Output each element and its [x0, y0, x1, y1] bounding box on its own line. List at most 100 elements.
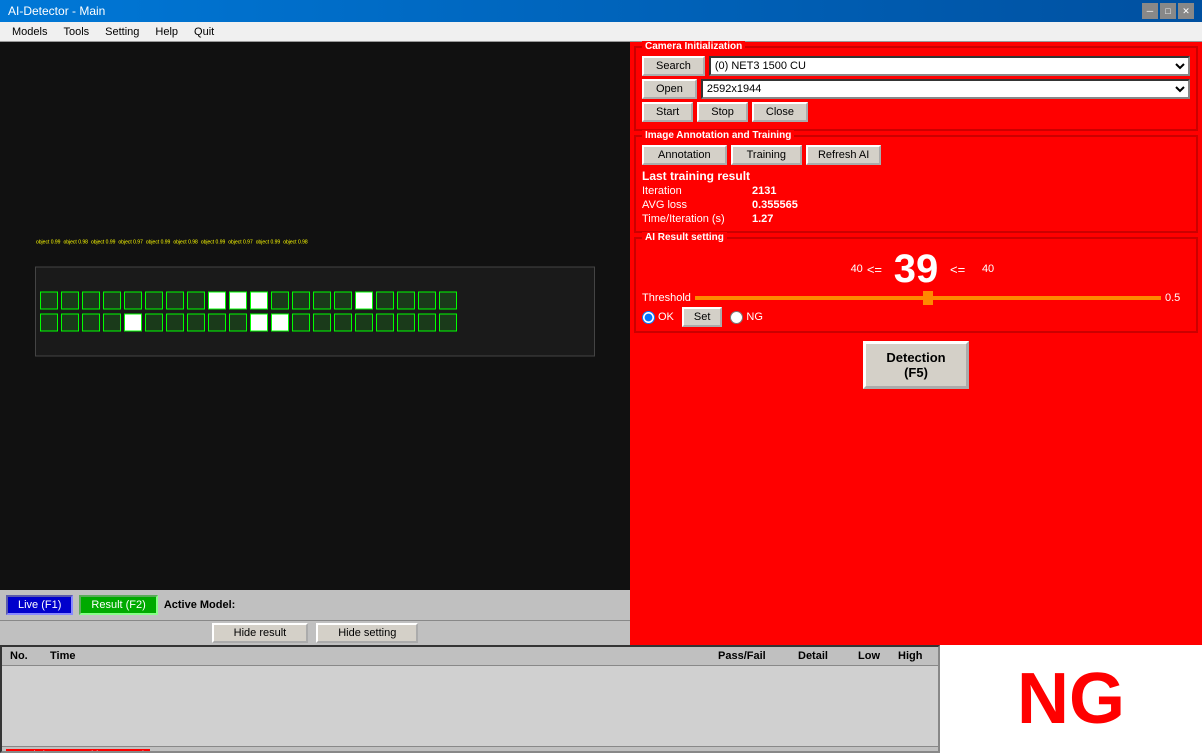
resolution-select[interactable]: 2592x1944	[701, 79, 1190, 99]
lte-icon-left: <=	[867, 262, 882, 277]
stop-button[interactable]: Stop	[697, 102, 748, 122]
iteration-key: Iteration	[642, 185, 752, 197]
pcb-component	[376, 292, 394, 310]
col-time: Time	[46, 649, 714, 663]
col-passfail: Pass/Fail	[714, 649, 794, 663]
window-title: AI-Detector - Main	[8, 4, 1142, 18]
open-button[interactable]: Open	[642, 79, 697, 99]
avgloss-row: AVG loss 0.355565	[642, 199, 1190, 211]
pcb-component	[271, 314, 289, 332]
detection-shortcut: (F5)	[904, 365, 928, 380]
pcb-component	[208, 292, 226, 310]
pcb-component	[250, 292, 268, 310]
maximize-button[interactable]: □	[1160, 3, 1176, 19]
ng-panel: NG	[940, 645, 1202, 753]
pcb-component	[103, 292, 121, 310]
ai-result-title: AI Result setting	[642, 232, 727, 243]
minimize-button[interactable]: ─	[1142, 3, 1158, 19]
menu-setting[interactable]: Setting	[97, 24, 147, 40]
hide-result-button[interactable]: Hide result	[212, 623, 309, 643]
start-button[interactable]: Start	[642, 102, 693, 122]
threshold-row: Threshold 0.5	[642, 292, 1190, 304]
time-key: Time/Iteration (s)	[642, 213, 752, 225]
pcb-component	[82, 292, 100, 310]
camera-controls-bar: Live (F1) Result (F2) Active Model:	[0, 590, 630, 620]
camera-select[interactable]: (0) NET3 1500 CU	[709, 56, 1190, 76]
pcb-component	[229, 314, 247, 332]
pcb-components: object 0.99object 0.98object 0.99object …	[40, 292, 457, 332]
ai-left-num: 40	[838, 263, 863, 275]
result-button[interactable]: Result (F2)	[79, 595, 157, 615]
camera-view: object 0.99object 0.98object 0.99object …	[0, 42, 630, 590]
table-header: No. Time Pass/Fail Detail Low High	[2, 647, 938, 666]
ok-radio[interactable]	[642, 311, 655, 324]
search-row: Search (0) NET3 1500 CU	[642, 56, 1190, 76]
ai-right-num: 40	[969, 263, 994, 275]
live-button[interactable]: Live (F1)	[6, 595, 73, 615]
pcb-component	[418, 314, 436, 332]
status-bar: Result ( processed in 971 ms )	[2, 746, 938, 753]
avgloss-value: 0.355565	[752, 199, 798, 211]
menu-models[interactable]: Models	[4, 24, 55, 40]
ok-label: OK	[658, 311, 674, 323]
last-training-title: Last training result	[642, 169, 1190, 183]
detection-label: Detection	[886, 350, 945, 365]
iteration-row: Iteration 2131	[642, 185, 1190, 197]
pcb-component	[250, 314, 268, 332]
pcb-component	[334, 314, 352, 332]
ng-label: NG	[746, 311, 763, 323]
ng-radio-item: NG	[730, 311, 763, 324]
open-row: Open 2592x1944	[642, 79, 1190, 99]
pcb-component	[145, 292, 163, 310]
count-row: 40 <= 39 <= 40	[642, 249, 1190, 289]
detection-button[interactable]: Detection (F5)	[863, 341, 968, 389]
pcb-component	[40, 314, 58, 332]
search-button[interactable]: Search	[642, 56, 705, 76]
pcb-row-2	[40, 314, 457, 332]
threshold-value: 0.5	[1165, 292, 1190, 304]
pcb-component	[40, 292, 58, 310]
pcb-component	[376, 314, 394, 332]
menu-tools[interactable]: Tools	[55, 24, 97, 40]
threshold-slider[interactable]	[695, 296, 1161, 300]
annotation-title: Image Annotation and Training	[642, 130, 794, 141]
camera-panel: object 0.99object 0.98object 0.99object …	[0, 42, 630, 645]
annotation-button[interactable]: Annotation	[642, 145, 727, 165]
pcb-component	[82, 314, 100, 332]
pcb-component	[187, 314, 205, 332]
camera-bottom: Live (F1) Result (F2) Active Model: Hide…	[0, 590, 630, 645]
hide-setting-button[interactable]: Hide setting	[316, 623, 418, 643]
hide-buttons-row: Hide result Hide setting	[0, 620, 630, 645]
pcb-component	[271, 292, 289, 310]
pcb-component	[439, 314, 457, 332]
time-value: 1.27	[752, 213, 773, 225]
close-button[interactable]: ✕	[1178, 3, 1194, 19]
pcb-component	[61, 314, 79, 332]
pcb-component	[292, 314, 310, 332]
iteration-value: 2131	[752, 185, 776, 197]
threshold-label: Threshold	[642, 292, 691, 304]
ai-result-section: AI Result setting 40 <= 39 <= 40 Thresho…	[634, 237, 1198, 333]
table-body	[2, 666, 938, 746]
col-high: High	[894, 649, 934, 663]
refresh-ai-button[interactable]: Refresh AI	[806, 145, 881, 165]
pcb-component	[439, 292, 457, 310]
pcb-component	[208, 314, 226, 332]
pcb-component	[124, 292, 142, 310]
close-camera-button[interactable]: Close	[752, 102, 808, 122]
annotation-buttons-row: Annotation Training Refresh AI	[642, 145, 1190, 165]
time-row: Time/Iteration (s) 1.27	[642, 213, 1190, 225]
pcb-strip: object 0.99object 0.98object 0.99object …	[35, 267, 595, 357]
ng-radio[interactable]	[730, 311, 743, 324]
pcb-component	[124, 314, 142, 332]
menu-quit[interactable]: Quit	[186, 24, 222, 40]
col-no: No.	[6, 649, 46, 663]
set-button[interactable]: Set	[682, 307, 723, 327]
pcb-component	[166, 292, 184, 310]
pcb-component	[61, 292, 79, 310]
menu-help[interactable]: Help	[147, 24, 186, 40]
lte-icon-right: <=	[950, 262, 965, 277]
camera-init-title: Camera Initialization	[642, 41, 745, 52]
training-button[interactable]: Training	[731, 145, 802, 165]
window-controls: ─ □ ✕	[1142, 3, 1194, 19]
